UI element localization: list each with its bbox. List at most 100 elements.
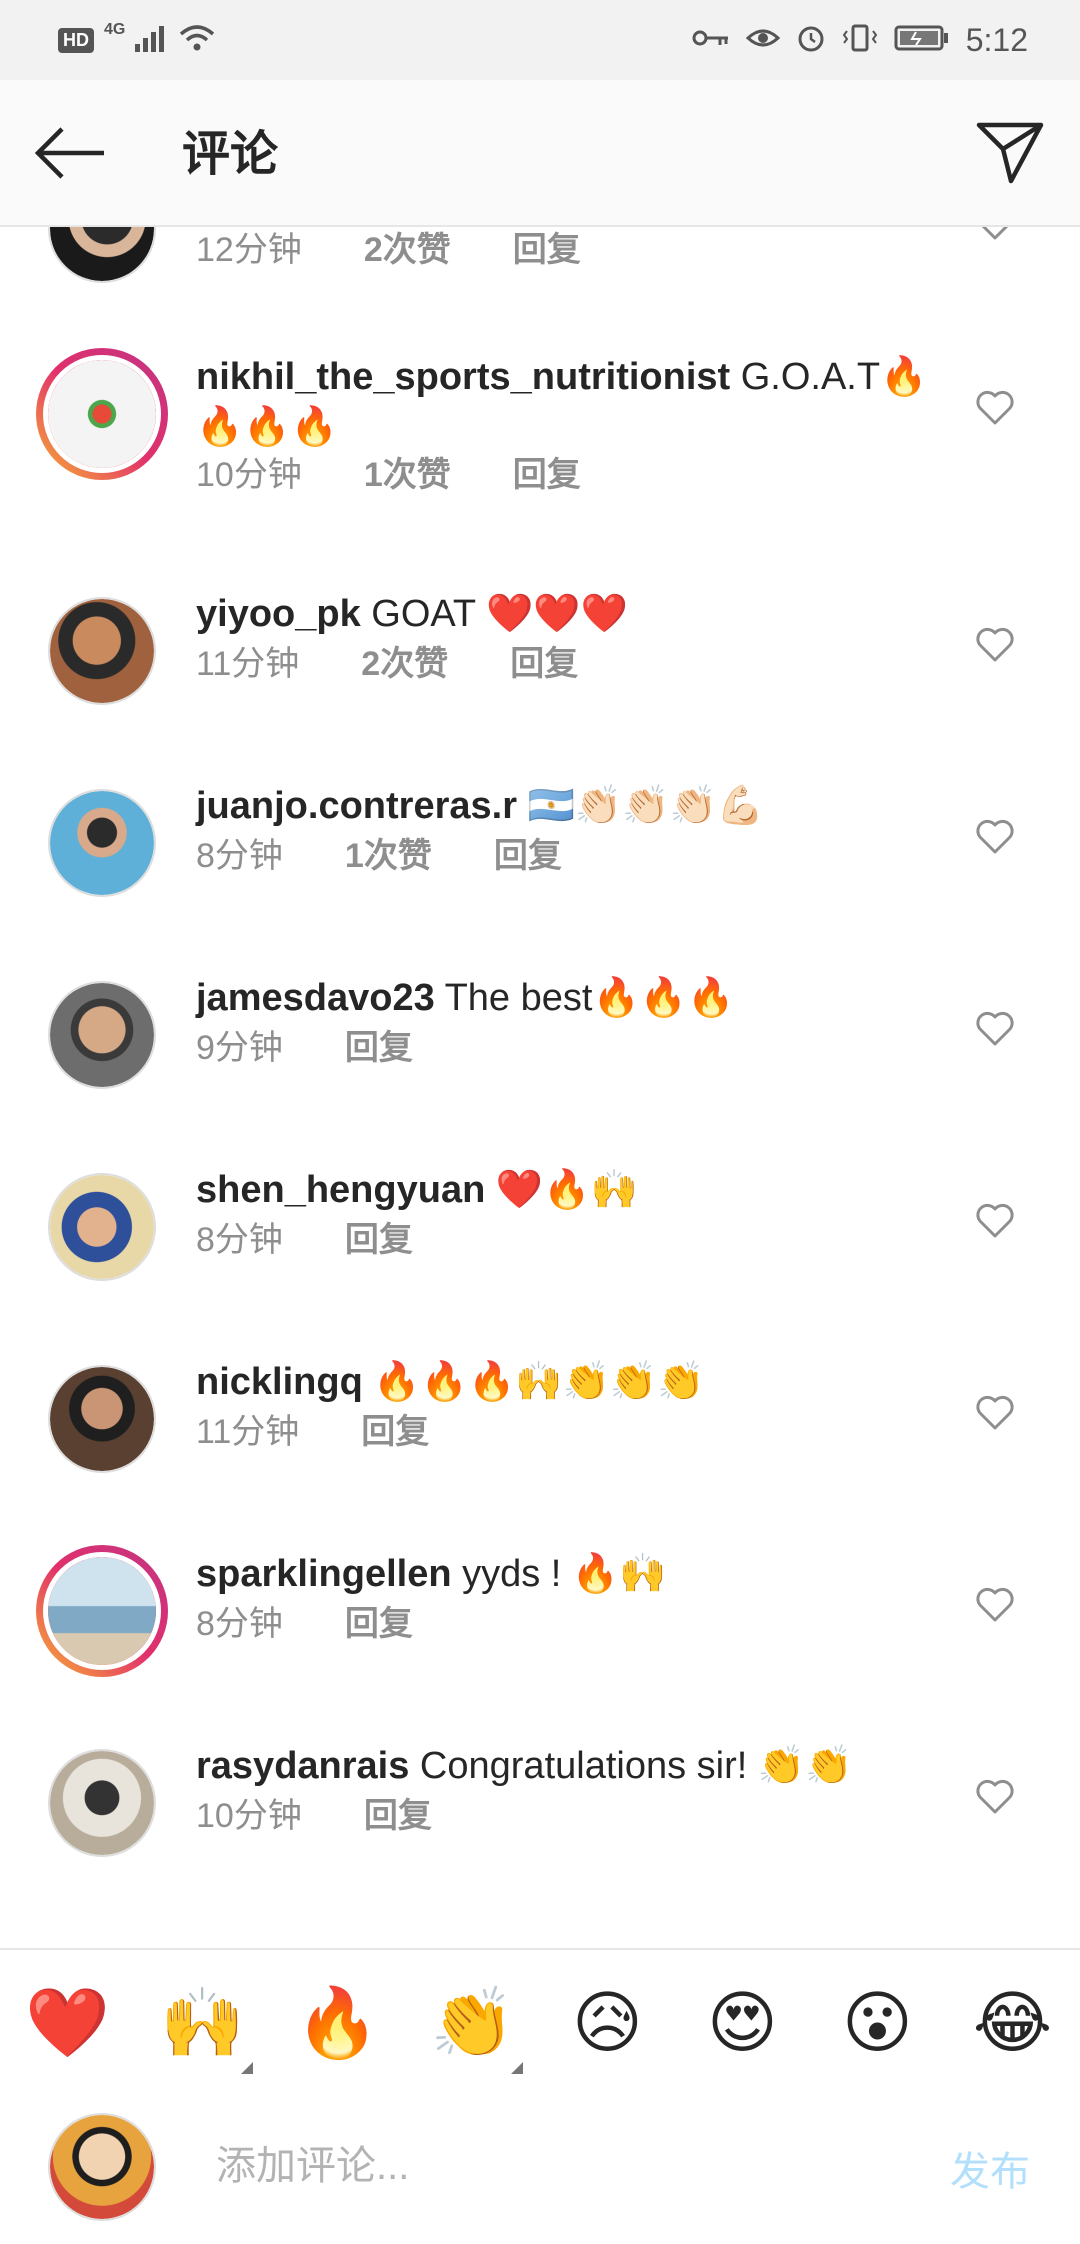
like-count[interactable]: 1次赞 [364,450,451,500]
comment-meta: 8分钟 1次赞 回复 [196,831,562,881]
wifi-icon [179,24,215,57]
avatar[interactable] [36,1545,168,1677]
quick-reaction-bar: ❤️ 🙌 🔥 👏 😥 😍 😮 😂 [0,1948,1080,2097]
avatar[interactable] [36,348,168,480]
partial-comment: 12分钟 2次赞 回复 [0,227,1080,295]
heart-icon[interactable] [975,627,1015,667]
comment-time: 8分钟 [196,1221,283,1259]
avatar-image [48,1557,156,1665]
heart-icon[interactable] [975,227,1015,245]
comment-body: yyds ! 🔥🙌 [451,1553,667,1595]
heart-icon[interactable] [975,819,1015,859]
post-button[interactable]: 发布 [950,2139,1030,2197]
comment-time: 8分钟 [196,837,283,875]
comment-meta: 11分钟 2次赞 回复 [196,639,578,689]
username-link[interactable]: yiyoo_pk [196,593,361,635]
comment-time: 9分钟 [196,1029,283,1067]
avatar[interactable] [48,597,156,705]
key-icon [692,26,730,55]
reaction-label: 👏 [430,1984,515,2061]
reply-button[interactable]: 回复 [513,450,581,500]
avatar-image [50,1751,154,1855]
comment-text: jamesdavo23 The best🔥🔥🔥 [196,973,936,1023]
avatar-image [50,599,154,703]
heart-icon[interactable] [975,1779,1015,1819]
comment-meta: 8分钟 回复 [196,1215,413,1265]
avatar[interactable] [48,981,156,1089]
comment-body: Congratulations sir! 👏👏 [409,1745,853,1787]
username-link[interactable]: sparklingellen [196,1553,452,1595]
comment-body: 🔥🔥🔥🙌👏👏👏 [362,1361,705,1403]
my-avatar [48,2113,156,2221]
avatar[interactable] [48,1173,156,1281]
comment-list[interactable]: 12分钟 2次赞 回复 nikhil_the_sports_nutritioni… [0,227,1080,1947]
arrow-left-icon [32,123,108,188]
like-count[interactable]: 2次赞 [364,227,451,275]
comment-text: yiyoo_pk GOAT ❤️❤️❤️ [196,589,936,639]
share-button[interactable] [970,114,1050,194]
comment-meta: 9分钟 回复 [196,1023,413,1073]
username-link[interactable]: nicklingq [196,1361,363,1403]
reaction-heart-eyes[interactable]: 😍 [683,1978,803,2068]
reaction-fire[interactable]: 🔥 [278,1978,398,2068]
avatar-image [50,791,154,895]
comment-meta: 11分钟 回复 [196,1407,429,1457]
reaction-surprised[interactable]: 😮 [818,1978,938,2068]
reaction-raised-hands[interactable]: 🙌 [143,1978,263,2074]
reply-button[interactable]: 回复 [510,639,578,689]
reply-button[interactable]: 回复 [494,831,562,881]
network-type: 4G [104,21,126,38]
page-title: 评论 [182,128,279,181]
reply-button[interactable]: 回复 [364,1791,432,1841]
comment-text: juanjo.contreras.r 🇦🇷👏🏻👏🏻👏🏻💪🏻 [196,781,936,831]
comment-text: shen_hengyuan ❤️🔥🙌 [196,1165,936,1215]
back-button[interactable] [30,120,110,190]
avatar[interactable] [48,227,156,283]
top-app-bar: 评论 [0,80,1080,227]
heart-icon[interactable] [975,1011,1015,1051]
comment-body: The best🔥🔥🔥 [434,977,735,1019]
avatar[interactable] [48,789,156,897]
reaction-label: 🙌 [160,1984,245,2061]
skin-tone-indicator [510,2061,523,2074]
heart-icon[interactable] [975,1395,1015,1435]
comment-time: 8分钟 [196,1605,283,1643]
heart-icon[interactable] [975,390,1015,430]
avatar-image [50,227,154,281]
comment-text: rasydanrais Congratulations sir! 👏👏 [196,1741,936,1791]
reply-button[interactable]: 回复 [345,1023,413,1073]
comment-text: sparklingellen yyds ! 🔥🙌 [196,1549,936,1599]
skin-tone-indicator [240,2061,253,2074]
reply-button[interactable]: 回复 [345,1215,413,1265]
avatar-image [50,1175,154,1279]
hd-badge: HD [58,27,94,53]
comment-composer: 发布 [0,2095,1080,2244]
reaction-sad[interactable]: 😥 [548,1978,668,2068]
username-link[interactable]: shen_hengyuan [196,1169,485,1211]
username-link[interactable]: nikhil_the_sports_nutritionist [196,356,730,398]
username-link[interactable]: juanjo.contreras.r [196,785,517,827]
heart-icon[interactable] [975,1587,1015,1627]
reply-button[interactable]: 回复 [361,1407,429,1457]
reply-button[interactable]: 回复 [345,1599,413,1649]
comment-time: 10分钟 [196,1797,302,1835]
comment-time: 10分钟 [196,456,302,494]
reaction-laughing[interactable]: 😂 [953,1978,1073,2068]
heart-icon[interactable] [975,1203,1015,1243]
status-left: HD 4G [58,20,215,60]
reaction-heart[interactable]: ❤️ [8,1978,128,2068]
username-link[interactable]: rasydanrais [196,1745,409,1787]
status-bar: HD 4G 5:12 [0,0,1080,80]
username-link[interactable]: jamesdavo23 [196,977,435,1019]
like-count[interactable]: 2次赞 [361,639,448,689]
avatar[interactable] [48,1365,156,1473]
comment-time: 12分钟 [196,231,302,269]
reaction-clap[interactable]: 👏 [413,1978,533,2074]
battery-icon [894,24,950,57]
comment-input[interactable] [214,2125,898,2207]
like-count[interactable]: 1次赞 [345,831,432,881]
avatar[interactable] [48,1749,156,1857]
comment-time: 11分钟 [196,1413,300,1451]
clock-time: 5:12 [965,21,1028,58]
reply-button[interactable]: 回复 [513,227,581,275]
